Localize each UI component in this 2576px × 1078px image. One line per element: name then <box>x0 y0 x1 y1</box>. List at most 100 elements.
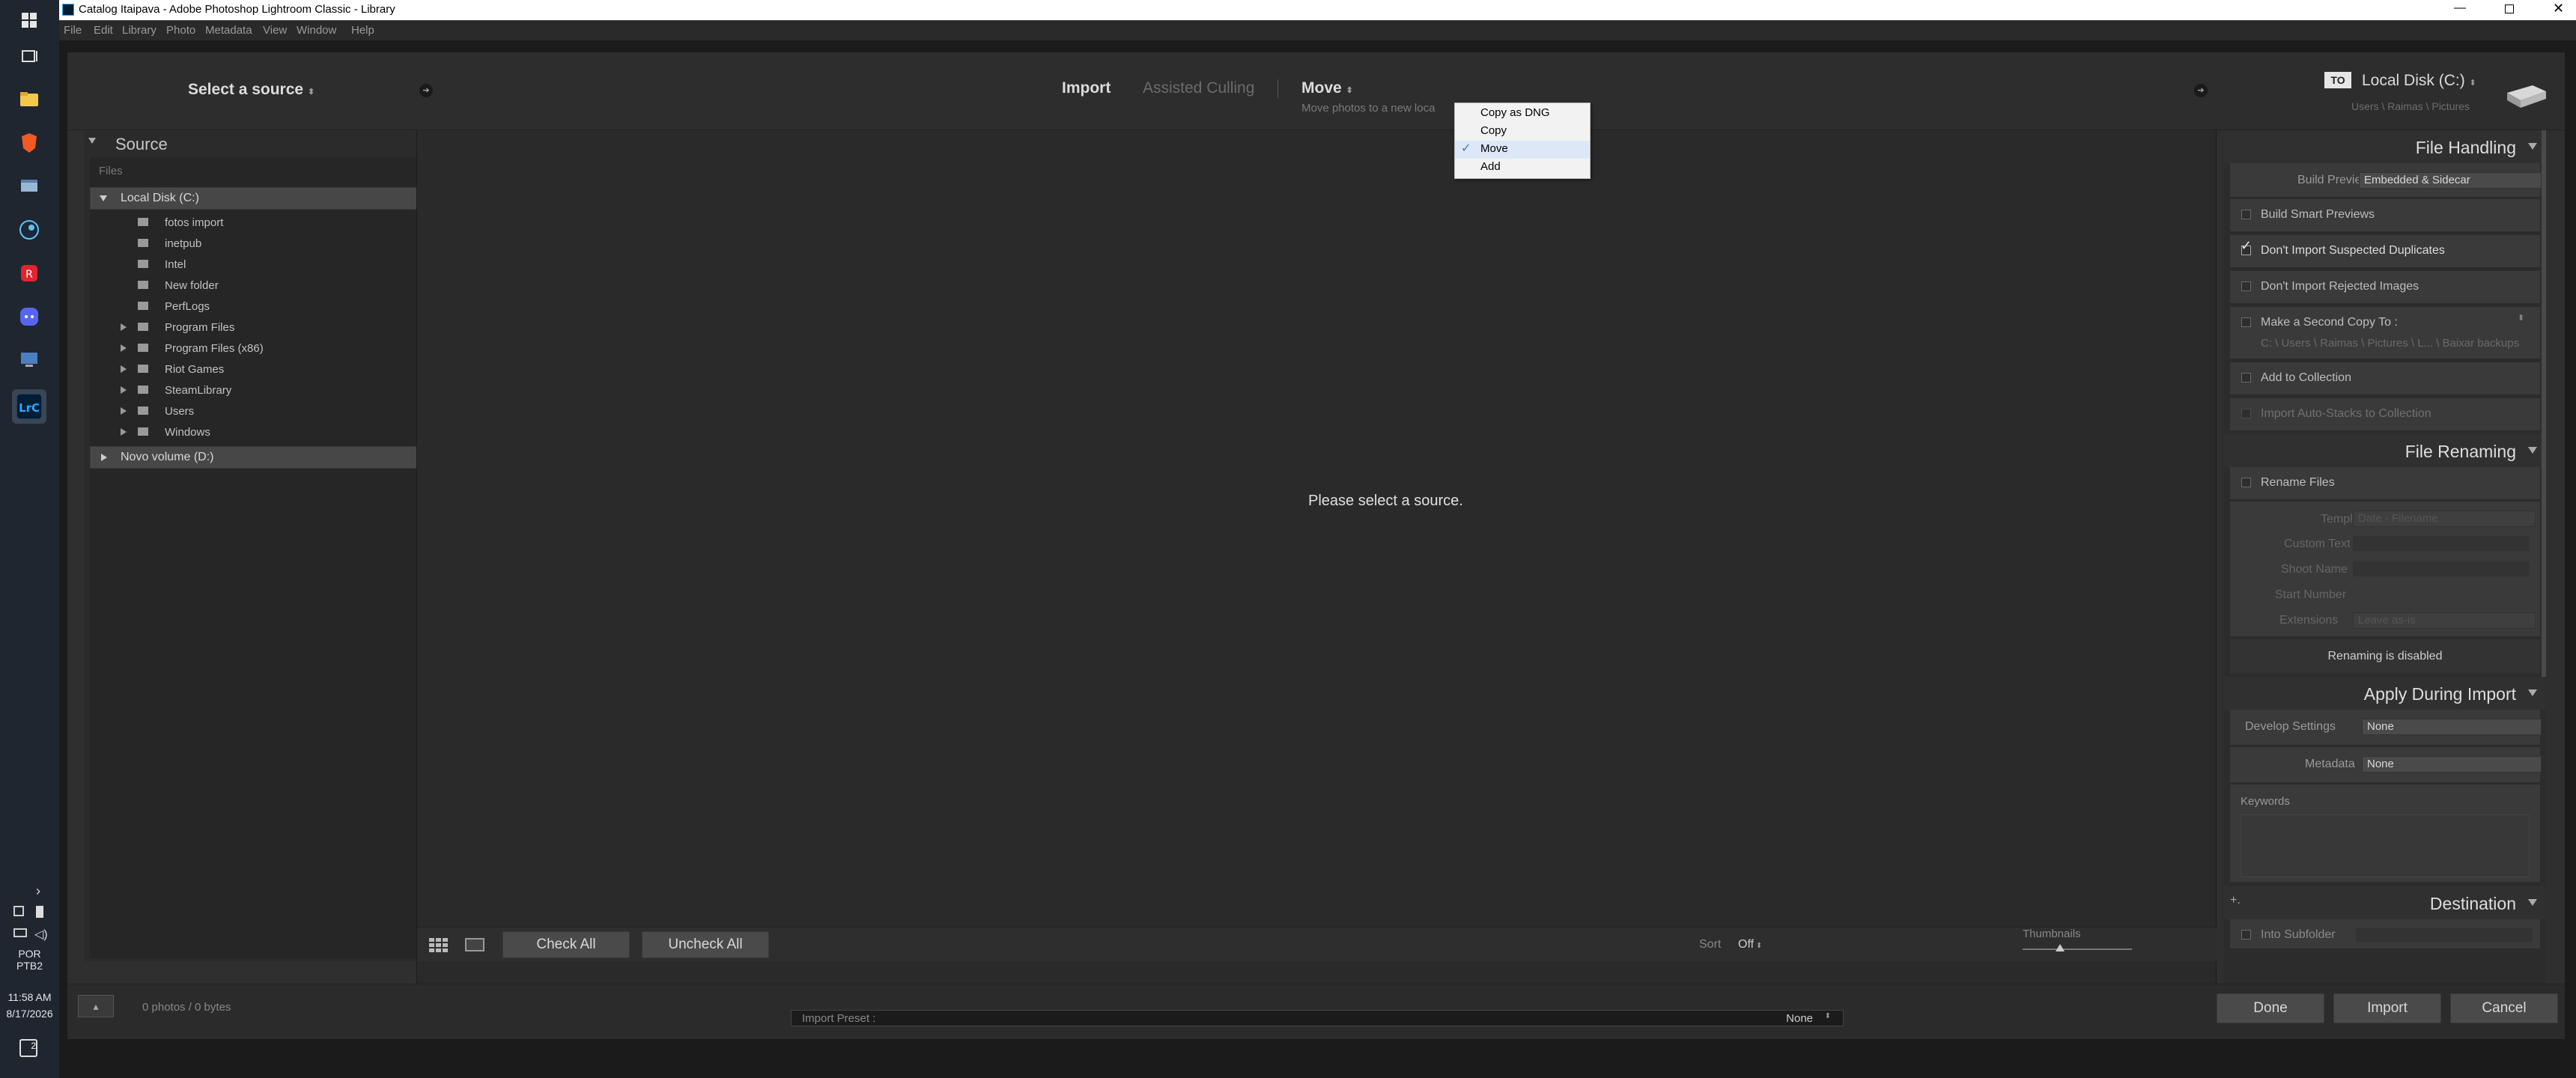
done-button[interactable]: Done <box>2217 993 2324 1023</box>
second-copy-checkbox[interactable] <box>2241 317 2251 327</box>
metadata-select[interactable]: None <box>2362 756 2542 773</box>
expand-triangle-icon[interactable] <box>121 407 127 415</box>
select-source[interactable]: Select a source ⬍ <box>188 81 315 99</box>
expand-panel-button[interactable]: ▴ <box>78 995 114 1017</box>
collapse-icon <box>2528 899 2537 906</box>
dont-import-duplicates-row[interactable]: ✓ Don't Import Suspected Duplicates <box>2230 235 2540 268</box>
menu-item-copy[interactable]: Copy <box>1455 123 1590 141</box>
apply-during-import-header[interactable]: Apply During Import <box>2224 677 2546 710</box>
disk-novo-volume-d[interactable]: Novo volume (D:) <box>90 446 470 469</box>
thumbnails-slider-handle[interactable] <box>2056 944 2065 951</box>
arrow-right-icon[interactable]: ➔ <box>419 84 433 97</box>
menu-edit[interactable]: Edit <box>94 24 113 37</box>
panel-scrollbar[interactable] <box>2542 130 2546 677</box>
maximize-icon[interactable] <box>2505 4 2514 13</box>
extensions-select: Leave as-is <box>2353 612 2536 629</box>
arrow-right-icon-2[interactable]: ➔ <box>2194 84 2208 97</box>
menu-item-add[interactable]: Add <box>1455 159 1590 177</box>
keywords-field[interactable] <box>2241 814 2530 877</box>
game-app-icon[interactable]: R <box>16 261 42 286</box>
dont-import-rejected-checkbox[interactable] <box>2241 281 2251 291</box>
close-icon[interactable]: ✕ <box>2553 1 2564 16</box>
expand-icon[interactable] <box>101 454 107 461</box>
collapse-icon[interactable] <box>88 138 96 144</box>
rename-files-row[interactable]: Rename Files <box>2230 467 2540 500</box>
expand-triangle-icon[interactable] <box>121 365 127 373</box>
menu-help[interactable]: Help <box>351 24 374 37</box>
brave-browser-icon[interactable] <box>16 130 42 156</box>
extensions-value: Leave as-is <box>2358 614 2416 627</box>
renaming-options: Template Date - Filename Custom Text Sho… <box>2230 502 2540 636</box>
expand-icon[interactable] <box>100 195 107 201</box>
menu-metadata[interactable]: Metadata <box>205 24 252 37</box>
import-preset-bar[interactable]: Import Preset : None ⬍ <box>791 1010 1844 1026</box>
template-value: Date - Filename <box>2358 512 2438 525</box>
dont-import-rejected-label: Don't Import Rejected Images <box>2261 280 2419 293</box>
lang-indicator[interactable]: POR PTB2 <box>0 948 59 972</box>
mode-import[interactable]: Import <box>1062 79 1111 97</box>
discord-icon[interactable] <box>16 304 42 329</box>
auto-stacks-row[interactable]: Import Auto-Stacks to Collection <box>2230 398 2540 431</box>
folder-icon <box>138 260 148 268</box>
usb-icon[interactable] <box>36 906 43 918</box>
import-button[interactable]: Import <box>2333 993 2441 1023</box>
windows-start-icon[interactable] <box>16 7 42 33</box>
mode-assisted-culling[interactable]: Assisted Culling <box>1143 79 1254 97</box>
menu-photo[interactable]: Photo <box>166 24 195 37</box>
expand-triangle-icon[interactable] <box>121 323 127 331</box>
chevron-up-icon[interactable]: › <box>36 883 40 899</box>
battery-icon[interactable] <box>13 906 24 916</box>
menu-item-move[interactable]: ✓ Move <box>1455 141 1590 159</box>
minimize-icon[interactable]: — <box>2454 1 2466 15</box>
auto-stacks-checkbox[interactable] <box>2241 409 2251 418</box>
expand-triangle-icon[interactable] <box>121 344 127 352</box>
task-view-icon[interactable] <box>16 43 42 69</box>
into-subfolder-checkbox[interactable] <box>2241 930 2251 940</box>
into-subfolder-row[interactable]: Into Subfolder <box>2230 919 2540 949</box>
sort-select[interactable]: Off ⬍ <box>1738 938 1762 951</box>
menu-window[interactable]: Window <box>297 24 336 37</box>
folder-icon <box>138 427 148 436</box>
folder-icon <box>138 239 148 247</box>
second-copy-dropdown-icon[interactable]: ⬍ <box>2518 313 2524 323</box>
file-renaming-header[interactable]: File Renaming <box>2224 434 2546 467</box>
menu-file[interactable]: File <box>64 24 82 37</box>
volume-icon[interactable]: ◁) <box>34 927 48 942</box>
develop-settings-select[interactable]: None <box>2362 719 2542 735</box>
clock[interactable]: 11:58 AM 8/17/2026 <box>0 991 59 1020</box>
build-smart-previews-row[interactable]: Build Smart Previews <box>2230 199 2540 232</box>
second-copy-row[interactable]: Make a Second Copy To : ⬍ C: \ Users \ R… <box>2230 307 2540 359</box>
expand-triangle-icon[interactable] <box>121 386 127 394</box>
thumbnails-slider[interactable] <box>2023 948 2132 950</box>
rename-files-checkbox[interactable] <box>2241 478 2251 487</box>
add-to-collection-checkbox[interactable] <box>2241 373 2251 383</box>
mode-description: Move photos to a new loca <box>1301 102 1436 115</box>
dont-import-rejected-row[interactable]: Don't Import Rejected Images <box>2230 271 2540 304</box>
menu-view[interactable]: View <box>263 24 287 37</box>
add-to-collection-row[interactable]: Add to Collection <box>2230 362 2540 395</box>
build-previews-select[interactable]: Embedded & Sidecar <box>2359 172 2542 189</box>
menu-item-copy-as-dng[interactable]: Copy as DNG <box>1455 105 1590 123</box>
lang-top: POR <box>18 948 41 960</box>
grid-view-icon[interactable] <box>429 938 449 953</box>
lightroom-icon[interactable]: LrC <box>12 389 46 424</box>
check-all-button[interactable]: Check All <box>502 931 630 958</box>
notification-icon[interactable]: 2 <box>19 1039 37 1057</box>
network-app-icon[interactable] <box>16 347 42 373</box>
uncheck-all-button[interactable]: Uncheck All <box>642 931 769 958</box>
loupe-view-icon[interactable] <box>465 938 484 951</box>
disk-local-c[interactable]: Local Disk (C:) <box>90 187 470 210</box>
file-handling-header[interactable]: File Handling <box>2224 130 2546 163</box>
destination-header[interactable]: +. Destination <box>2224 886 2546 919</box>
steam-icon[interactable] <box>16 217 42 243</box>
build-smart-previews-checkbox[interactable] <box>2241 210 2251 219</box>
expand-triangle-icon[interactable] <box>121 428 127 436</box>
file-explorer-icon[interactable] <box>16 87 42 112</box>
app-window-icon[interactable] <box>16 174 42 199</box>
destination-disk[interactable]: Local Disk (C:) ⬍ <box>2362 72 2476 90</box>
add-destination-icon[interactable]: +. <box>2230 894 2241 907</box>
cancel-button[interactable]: Cancel <box>2450 993 2558 1023</box>
mode-move[interactable]: Move ⬍ <box>1301 79 1353 97</box>
menu-library[interactable]: Library <box>122 24 157 37</box>
network-icon[interactable] <box>13 928 27 937</box>
